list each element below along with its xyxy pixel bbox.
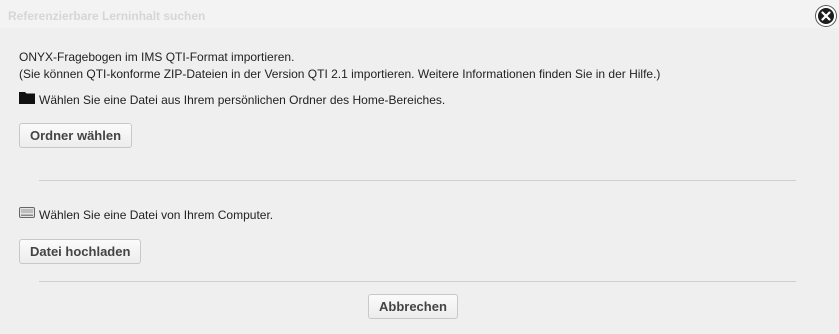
folder-icon (19, 91, 35, 108)
dialog-title: Referenzierbare Lerninhalt suchen (8, 9, 206, 23)
computer-option-label: Wählen Sie eine Datei von Ihrem Computer… (39, 208, 274, 222)
intro-line-2: (Sie können QTI-konforme ZIP-Dateien in … (19, 67, 661, 81)
section-divider-2 (39, 281, 796, 282)
dialog-titlebar: Referenzierbare Lerninhalt suchen (0, 0, 839, 28)
import-dialog: Referenzierbare Lerninhalt suchen ONYX-F… (0, 0, 839, 334)
section-divider-1 (39, 180, 796, 181)
close-icon[interactable] (816, 6, 836, 26)
choose-folder-button[interactable]: Ordner wählen (19, 123, 133, 148)
hard-drive-icon (19, 206, 35, 223)
computer-option-text: Wählen Sie eine Datei von Ihrem Computer… (19, 207, 273, 223)
intro-text: ONYX-Fragebogen im IMS QTI-Format import… (19, 49, 660, 83)
cancel-button[interactable]: Abbrechen (368, 294, 458, 319)
home-option-text: Wählen Sie eine Datei aus Ihrem persönli… (19, 92, 445, 108)
dialog-content: ONYX-Fragebogen im IMS QTI-Format import… (8, 28, 839, 334)
intro-line-1: ONYX-Fragebogen im IMS QTI-Format import… (19, 50, 295, 64)
home-option-label: Wählen Sie eine Datei aus Ihrem persönli… (39, 93, 446, 107)
upload-file-button[interactable]: Datei hochladen (19, 239, 142, 264)
